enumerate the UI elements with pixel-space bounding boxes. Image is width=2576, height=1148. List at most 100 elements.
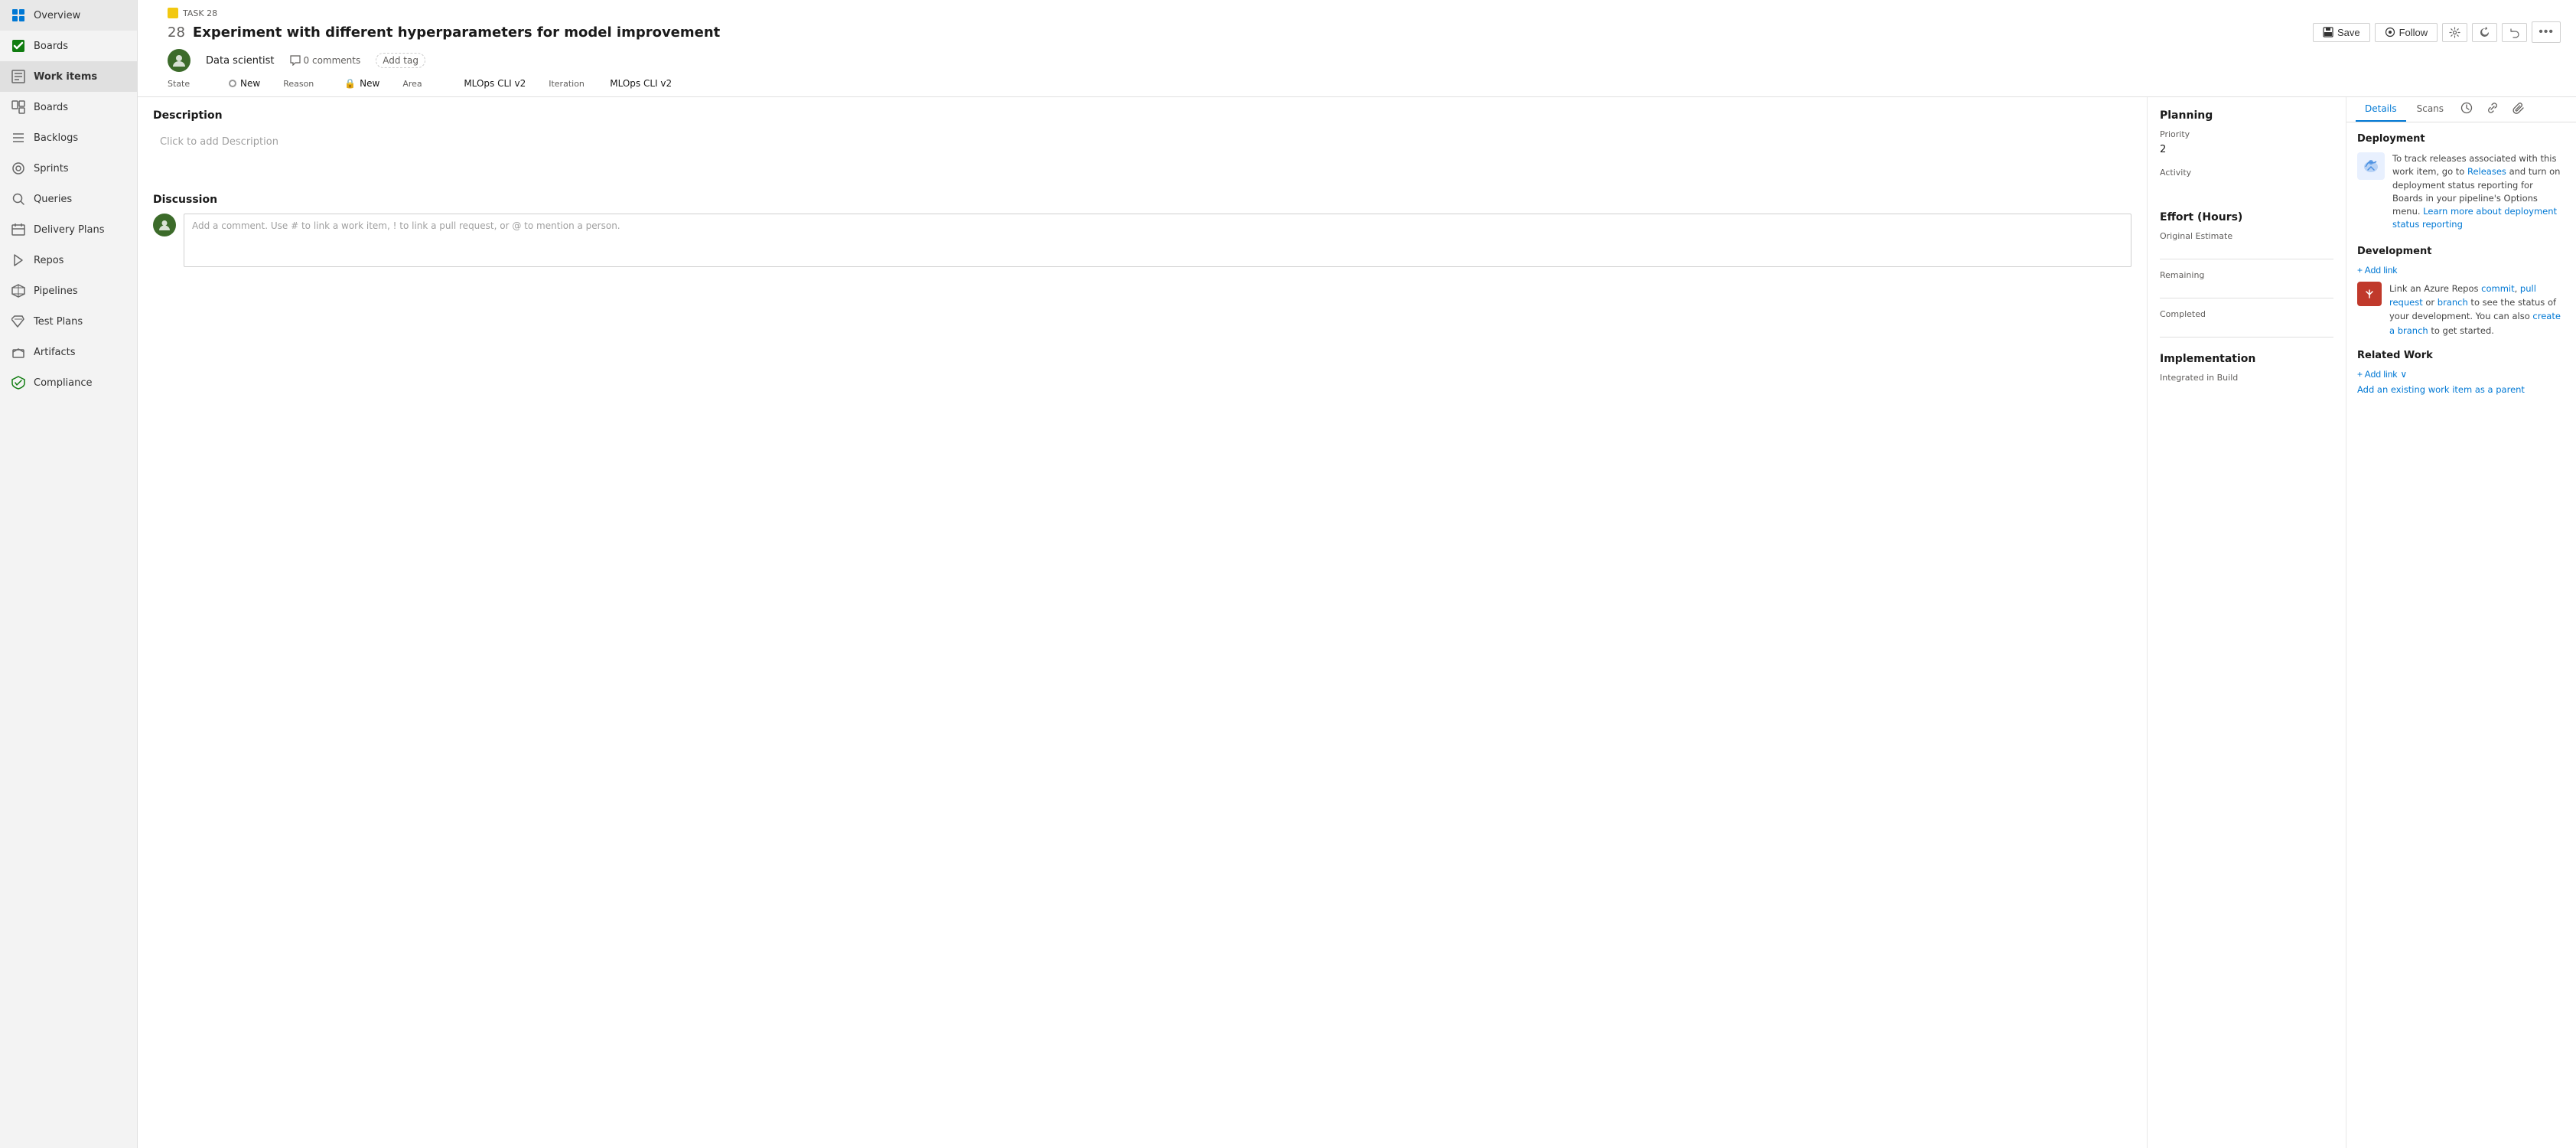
- sidebar-item-delivery-plans[interactable]: Delivery Plans: [0, 214, 137, 245]
- related-work-title: Related Work: [2357, 350, 2565, 361]
- completed-value[interactable]: [2160, 322, 2333, 338]
- work-item-toolbar: Save Follow: [2313, 21, 2561, 43]
- assignee-avatar: [168, 49, 191, 72]
- commit-link[interactable]: commit: [2481, 283, 2514, 294]
- tab-scans[interactable]: Scans: [2408, 97, 2453, 122]
- sidebar-item-test-plans[interactable]: Test Plans: [0, 306, 137, 337]
- sprints-icon: [11, 161, 26, 176]
- follow-button[interactable]: Follow: [2375, 23, 2438, 42]
- delivery-plans-icon: [11, 222, 26, 237]
- boards-top-icon: [11, 38, 26, 54]
- fields-row: State New Reason 🔒 New: [168, 72, 2561, 96]
- link-icon[interactable]: [2480, 97, 2505, 122]
- reason-group: Reason 🔒 New: [283, 78, 379, 89]
- tab-details[interactable]: Details: [2356, 97, 2406, 122]
- add-parent-link[interactable]: Add an existing work item as a parent: [2357, 384, 2565, 395]
- area-value[interactable]: MLOps CLI v2: [464, 78, 526, 89]
- iteration-group: Iteration MLOps CLI v2: [549, 78, 672, 89]
- sidebar-item-overview[interactable]: Overview: [0, 0, 137, 31]
- deployment-card: To track releases associated with this w…: [2357, 152, 2565, 232]
- sidebar-item-artifacts[interactable]: Artifacts: [0, 337, 137, 367]
- sidebar-item-sprints[interactable]: Sprints: [0, 153, 137, 184]
- title-row: 28 Experiment with different hyperparame…: [168, 21, 2561, 43]
- sidebar-item-queries[interactable]: Queries: [0, 184, 137, 214]
- sidebar-item-label: Queries: [34, 194, 72, 205]
- sidebar-item-label: Overview: [34, 10, 80, 21]
- reason-value[interactable]: 🔒 New: [344, 78, 379, 89]
- assignee-name: Data scientist: [206, 55, 275, 67]
- state-value[interactable]: New: [229, 78, 260, 89]
- meta-row: Data scientist 0 comments Add tag: [168, 43, 2561, 72]
- work-items-icon: [11, 69, 26, 84]
- discussion-comment-input[interactable]: Add a comment. Use # to link a work item…: [184, 214, 2131, 267]
- integrated-build-value[interactable]: [2160, 386, 2333, 401]
- left-panel: Description Click to add Description Dis…: [138, 97, 2148, 1148]
- artifacts-icon: [11, 344, 26, 360]
- sidebar-item-compliance[interactable]: Compliance: [0, 367, 137, 398]
- description-input[interactable]: Click to add Description: [153, 129, 2131, 175]
- undo-button[interactable]: [2502, 23, 2527, 42]
- deployment-icon: [2357, 152, 2385, 180]
- dev-description: Link an Azure Repos commit, pull request…: [2389, 282, 2565, 338]
- development-section: Development + Add link: [2357, 246, 2565, 338]
- deployment-title: Deployment: [2357, 133, 2565, 145]
- sidebar-item-backlogs[interactable]: Backlogs: [0, 122, 137, 153]
- discussion-title: Discussion: [153, 194, 2131, 206]
- discussion-input-row: Add a comment. Use # to link a work item…: [153, 214, 2131, 267]
- sidebar-item-work-items[interactable]: Work items: [0, 61, 137, 92]
- sidebar-item-repos[interactable]: Repos: [0, 245, 137, 276]
- original-estimate-value[interactable]: [2160, 244, 2333, 259]
- add-tag-button[interactable]: Add tag: [376, 53, 425, 68]
- branch-link[interactable]: branch: [2438, 297, 2468, 308]
- deployment-section: Deployment To track releases associate: [2357, 133, 2565, 232]
- right-panel-tabs: Details Scans: [2346, 97, 2576, 122]
- releases-link[interactable]: Releases: [2467, 166, 2506, 177]
- create-branch-link[interactable]: create a branch: [2389, 311, 2561, 335]
- main-content: TASK 28 28 Experiment with different hyp…: [138, 0, 2576, 1148]
- more-options-button[interactable]: •••: [2532, 21, 2561, 43]
- implementation-title: Implementation: [2160, 353, 2333, 365]
- work-item-body: Description Click to add Description Dis…: [138, 97, 2576, 1148]
- completed-field: Completed: [2160, 309, 2333, 338]
- comments-link[interactable]: 0 comments: [290, 55, 361, 66]
- original-estimate-field: Original Estimate: [2160, 231, 2333, 259]
- integrated-build-field: Integrated in Build: [2160, 373, 2333, 401]
- discussion-section: Discussion Add a comment. Use # to link …: [153, 194, 2131, 267]
- priority-field: Priority 2: [2160, 129, 2333, 157]
- settings-button[interactable]: [2442, 23, 2467, 42]
- sidebar-item-pipelines[interactable]: Pipelines: [0, 276, 137, 306]
- sidebar-item-label: Artifacts: [34, 347, 76, 358]
- development-title: Development: [2357, 246, 2565, 257]
- lock-icon: 🔒: [344, 78, 356, 89]
- test-plans-icon: [11, 314, 26, 329]
- sidebar-item-label: Compliance: [34, 377, 93, 389]
- repos-icon: [11, 253, 26, 268]
- iteration-value[interactable]: MLOps CLI v2: [610, 78, 672, 89]
- deployment-description: To track releases associated with this w…: [2392, 152, 2565, 232]
- pipelines-icon: [11, 283, 26, 298]
- repos-dev-icon: [2357, 282, 2382, 306]
- learn-more-link[interactable]: Learn more about deployment status repor…: [2392, 206, 2557, 230]
- planning-title: Planning: [2160, 109, 2333, 122]
- sidebar-item-label: Test Plans: [34, 316, 83, 328]
- refresh-button[interactable]: [2472, 23, 2497, 42]
- task-label: TASK 28: [168, 8, 2561, 18]
- save-button[interactable]: Save: [2313, 23, 2370, 42]
- related-add-link-button[interactable]: + Add link ∨: [2357, 369, 2407, 380]
- state-indicator: [229, 80, 236, 87]
- right-panel: Details Scans Deployment: [2346, 97, 2576, 1148]
- sidebar-item-label: Backlogs: [34, 132, 78, 144]
- work-item-header: TASK 28 28 Experiment with different hyp…: [138, 0, 2576, 97]
- attachment-icon[interactable]: [2506, 97, 2531, 122]
- history-icon[interactable]: [2454, 97, 2479, 122]
- priority-value[interactable]: 2: [2160, 142, 2333, 157]
- backlogs-icon: [11, 130, 26, 145]
- activity-value[interactable]: [2160, 181, 2333, 196]
- sidebar-item-boards-top[interactable]: Boards: [0, 31, 137, 61]
- dev-add-link-button[interactable]: + Add link: [2357, 265, 2397, 276]
- queries-icon: [11, 191, 26, 207]
- remaining-value[interactable]: [2160, 283, 2333, 298]
- description-title: Description: [153, 109, 2131, 122]
- sidebar-item-boards[interactable]: Boards: [0, 92, 137, 122]
- sidebar-item-label: Boards: [34, 102, 68, 113]
